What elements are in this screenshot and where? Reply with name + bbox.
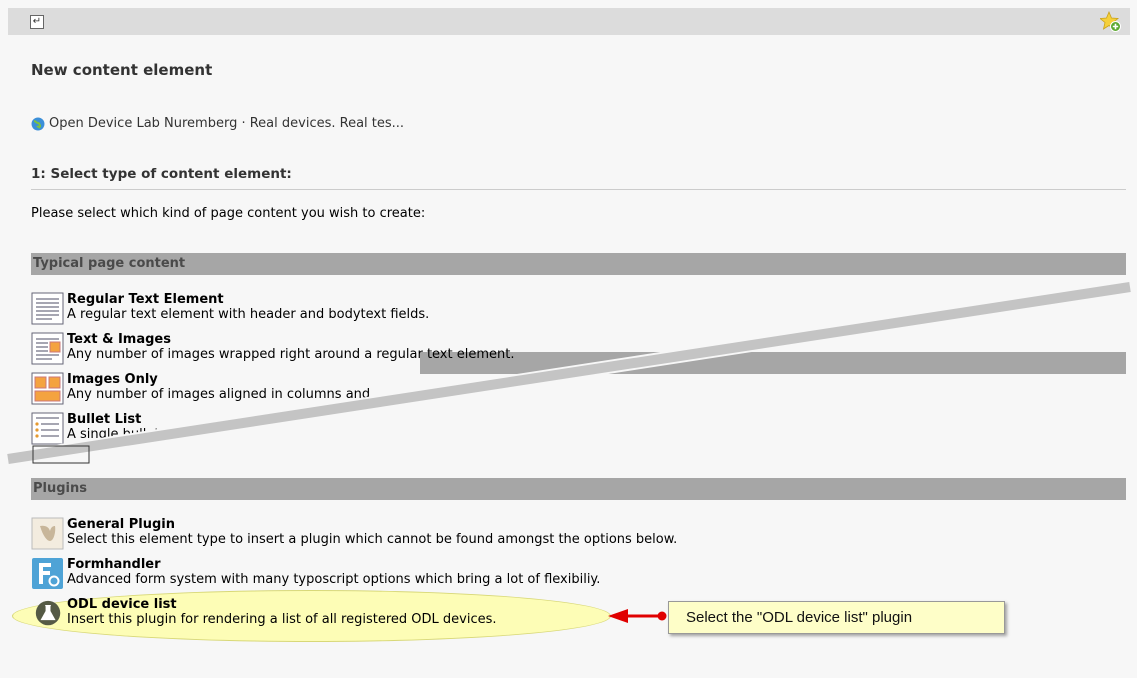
content-element-bullet-list[interactable]: Bullet List A single bullet list	[31, 412, 183, 445]
step-heading: 1: Select type of content element:	[31, 166, 1126, 190]
ce-description: Insert this plugin for rendering a list …	[67, 612, 497, 627]
ce-description: A single bullet list	[67, 427, 183, 442]
page-title: New content element	[31, 61, 213, 79]
ce-title[interactable]: General Plugin	[67, 517, 677, 532]
callout-box: Select the "ODL device list" plugin	[668, 601, 1005, 634]
globe-icon	[31, 117, 45, 130]
return-arrow-icon[interactable]: ↵	[30, 15, 44, 29]
text-images-icon	[31, 332, 64, 365]
content-element-general-plugin[interactable]: General Plugin Select this element type …	[31, 517, 677, 550]
section-header-typical: Typical page content	[31, 253, 1126, 275]
content-element-text-images[interactable]: Text & Images Any number of images wrapp…	[31, 332, 514, 365]
ce-description: Any number of images aligned in columns …	[67, 387, 371, 402]
section-header-plugins: Plugins	[31, 478, 1126, 500]
content-element-regular-text[interactable]: Regular Text Element A regular text elem…	[31, 292, 429, 325]
site-title[interactable]: Open Device Lab Nuremberg · Real devices…	[49, 116, 404, 131]
ce-title[interactable]: Images Only	[67, 372, 370, 387]
callout-arrow	[608, 609, 667, 623]
general-plugin-icon	[31, 517, 64, 550]
ce-title[interactable]: Regular Text Element	[67, 292, 429, 307]
content-element-images-only[interactable]: Images Only Any number of images aligned…	[31, 372, 370, 405]
ce-description: Advanced form system with many typoscrip…	[67, 572, 601, 587]
content-element-odl-device-list[interactable]: ODL device list Insert this plugin for r…	[31, 597, 497, 630]
content-element-formhandler[interactable]: Formhandler Advanced form system with ma…	[31, 557, 600, 590]
flask-icon	[35, 600, 61, 626]
site-breadcrumb: Open Device Lab Nuremberg · Real devices…	[31, 116, 404, 131]
bullet-list-icon	[31, 412, 64, 445]
text-element-icon	[31, 292, 64, 325]
ce-title[interactable]: Formhandler	[67, 557, 600, 572]
ce-title[interactable]: ODL device list	[67, 597, 497, 612]
bookmark-star-add-icon[interactable]	[1100, 11, 1122, 33]
ce-description: Select this element type to insert a plu…	[67, 532, 678, 547]
ce-description: A regular text element with header and b…	[67, 307, 430, 322]
instructions-text: Please select which kind of page content…	[31, 206, 426, 221]
ce-title[interactable]: Text & Images	[67, 332, 514, 347]
formhandler-icon	[32, 558, 63, 589]
doc-header-bar: ↵	[8, 8, 1130, 35]
images-only-icon	[31, 372, 64, 405]
ce-title[interactable]: Bullet List	[67, 412, 183, 427]
ce-description: Any number of images wrapped right aroun…	[67, 347, 515, 362]
section-header-partial	[420, 352, 1126, 374]
